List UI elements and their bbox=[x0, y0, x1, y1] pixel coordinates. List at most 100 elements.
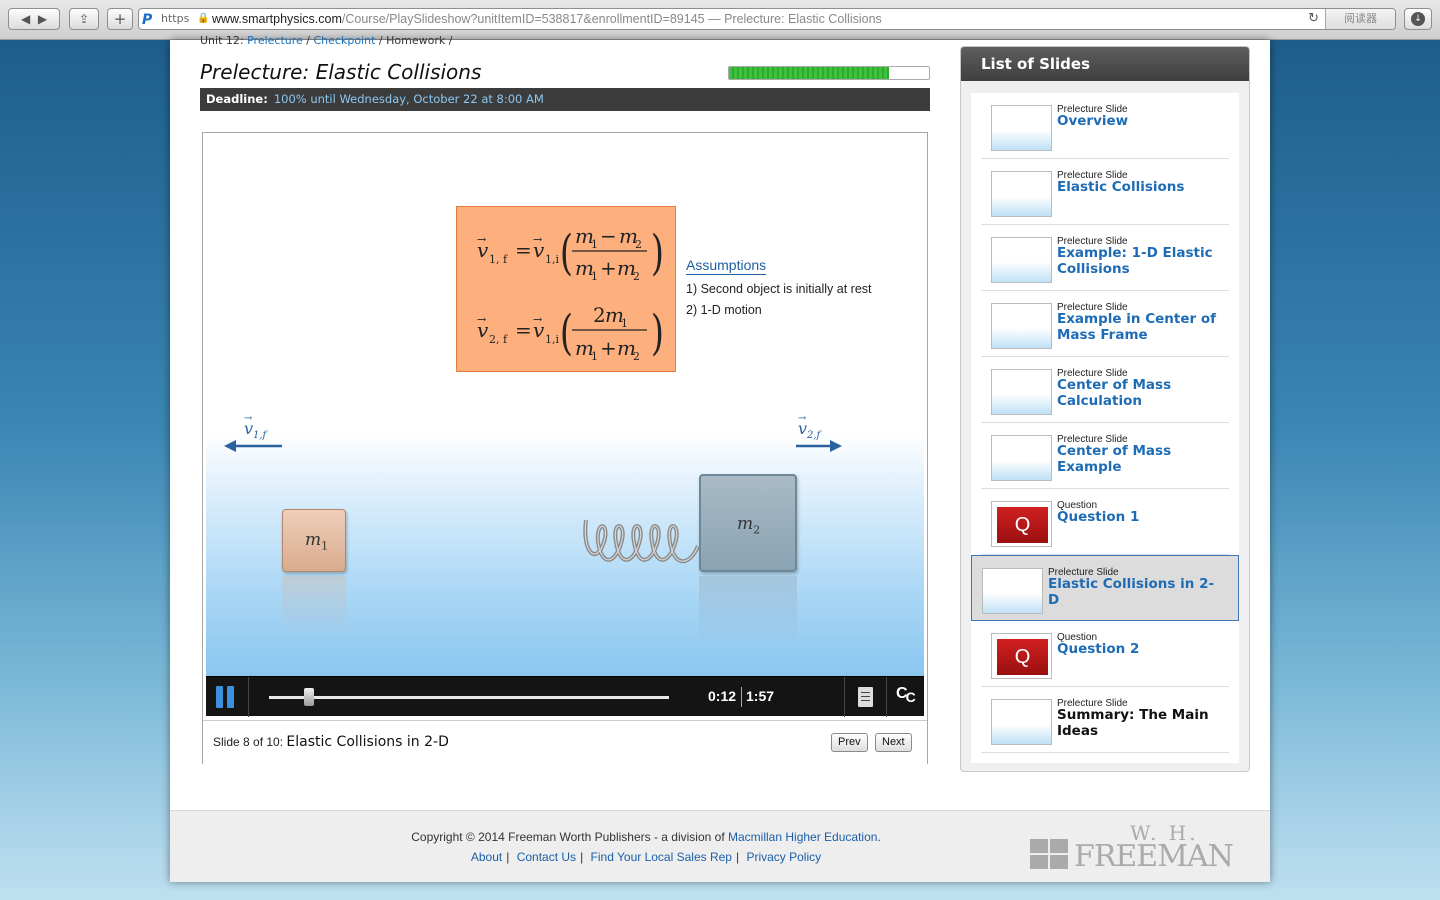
plus-icon: + bbox=[113, 10, 127, 28]
slide-thumbnail bbox=[991, 435, 1052, 481]
wh-freeman-logo: W. H. FREEMAN bbox=[1030, 821, 1234, 874]
closed-captions-button[interactable]: CC bbox=[896, 685, 916, 705]
mass-1-letter: m bbox=[305, 530, 322, 550]
breadcrumb-prelecture-link[interactable]: Prelecture bbox=[247, 34, 303, 47]
mass-1-subscript: 1 bbox=[321, 539, 329, 553]
prev-button[interactable]: Prev bbox=[831, 733, 868, 752]
controls-divider bbox=[844, 677, 845, 717]
svg-text:): ) bbox=[651, 225, 664, 281]
slide-list-item-name[interactable]: Question 2 bbox=[1057, 641, 1233, 657]
sales-rep-link[interactable]: Find Your Local Sales Rep bbox=[591, 850, 732, 864]
downloads-button[interactable]: ↓ bbox=[1404, 8, 1432, 30]
forward-icon[interactable]: ▶ bbox=[38, 12, 47, 26]
breadcrumb-checkpoint-link[interactable]: Checkpoint bbox=[314, 34, 376, 47]
new-tab-button[interactable]: + bbox=[107, 8, 133, 30]
slide-list-item[interactable]: Prelecture Slide Elastic Collisions in 2-… bbox=[971, 555, 1239, 621]
slide-position: Slide 8 of 10: Elastic Collisions in 2-D bbox=[213, 734, 449, 750]
deadline-bar: Deadline: 100% until Wednesday, October 2… bbox=[200, 88, 930, 111]
svg-text:2: 2 bbox=[633, 350, 640, 363]
current-time: 0:12 bbox=[708, 688, 737, 704]
lock-icon: 🔒 bbox=[197, 13, 210, 24]
slide-list-item[interactable]: Prelecture Slide Elastic Collisions bbox=[981, 159, 1229, 225]
next-button[interactable]: Next bbox=[875, 733, 912, 752]
assumption-2: 2) 1-D motion bbox=[686, 303, 762, 317]
url-path: /Course/PlaySlideshow?unitItemID=538817&… bbox=[341, 12, 705, 26]
copyright-text: Copyright © 2014 Freeman Worth Publisher… bbox=[411, 830, 725, 844]
svg-text:→: → bbox=[477, 313, 486, 326]
url-host: www.smartphysics.com bbox=[212, 12, 342, 26]
svg-text:=: = bbox=[515, 238, 532, 262]
slide-list-item-name[interactable]: Question 1 bbox=[1057, 509, 1233, 525]
slide-list-item[interactable]: Prelecture Slide Summary: The Main Ideas bbox=[981, 687, 1229, 753]
url-text[interactable]: www.smartphysics.com/Course/PlaySlidesho… bbox=[212, 9, 882, 29]
slide-list-item-name[interactable]: Elastic Collisions in 2-D bbox=[1048, 576, 1224, 608]
slide-list-item[interactable]: Prelecture Slide Example in Center of Mas… bbox=[981, 291, 1229, 357]
breadcrumb-homework[interactable]: Homework bbox=[386, 34, 445, 47]
mass-2-subscript: 2 bbox=[753, 523, 761, 537]
pause-button[interactable] bbox=[216, 686, 236, 708]
slide-list-item-name[interactable]: Center of Mass Example bbox=[1057, 443, 1233, 475]
back-icon[interactable]: ◀ bbox=[21, 12, 30, 26]
macmillan-link[interactable]: Macmillan Higher Education bbox=[728, 830, 877, 844]
copyright-suffix: . bbox=[877, 830, 881, 844]
reload-icon[interactable]: ↻ bbox=[1308, 9, 1319, 29]
slide-counter: Slide 8 of 10: bbox=[213, 735, 284, 749]
about-link[interactable]: About bbox=[471, 850, 502, 864]
svg-text:→: → bbox=[477, 233, 486, 246]
deadline-value: 100% until Wednesday, October 22 at 8:00… bbox=[273, 92, 544, 106]
slide-list-item[interactable]: Prelecture Slide Center of Mass Calculati… bbox=[981, 357, 1229, 423]
pause-icon-bar-left bbox=[216, 686, 223, 708]
time-separator bbox=[741, 687, 742, 707]
address-bar[interactable]: P https 🔒 www.smartphysics.com/Course/Pl… bbox=[138, 8, 1396, 30]
slide-status-bar: Slide 8 of 10: Elastic Collisions in 2-D… bbox=[203, 720, 927, 764]
assumptions-heading: Assumptions bbox=[686, 257, 767, 275]
svg-text:(: ( bbox=[560, 305, 573, 361]
seek-handle[interactable] bbox=[304, 688, 314, 706]
link-separator: | bbox=[506, 850, 510, 864]
formula-graphic: v → 1, f = v → 1,i ( m 1 − m 2 m 1 + m 2… bbox=[477, 224, 664, 363]
site-favicon-icon: P bbox=[142, 12, 153, 28]
svg-text:1: 1 bbox=[591, 238, 598, 251]
freeman-logo-mark-icon bbox=[1030, 839, 1070, 871]
assignment-progress-fill bbox=[729, 67, 889, 79]
notes-icon[interactable] bbox=[858, 687, 873, 707]
svg-text:): ) bbox=[651, 305, 664, 361]
slide-list-item-name[interactable]: Example: 1-D Elastic Collisions bbox=[1057, 245, 1233, 277]
question-q-icon: Q bbox=[997, 639, 1048, 675]
slide-list-item-name[interactable]: Overview bbox=[1057, 113, 1233, 129]
link-separator: | bbox=[735, 850, 740, 864]
slide-list-item[interactable]: Prelecture Slide Overview bbox=[981, 93, 1229, 159]
total-time: 1:57 bbox=[746, 688, 775, 704]
slide-list-item[interactable]: Q Question Question 2 bbox=[981, 621, 1229, 687]
svg-text:1,i: 1,i bbox=[545, 253, 559, 266]
back-forward-buttons[interactable]: ◀ ▶ bbox=[8, 8, 60, 30]
slide-list: Prelecture Slide Overview Prelecture Slide… bbox=[971, 93, 1239, 763]
slide-list-item[interactable]: Q Question Question 1 bbox=[981, 489, 1229, 555]
slide-thumbnail bbox=[991, 699, 1052, 745]
mass-1-block: m1 bbox=[282, 509, 346, 572]
breadcrumb-unit: Unit 12: bbox=[200, 34, 244, 47]
slide-list-item-name[interactable]: Example in Center of Mass Frame bbox=[1057, 311, 1233, 343]
share-button[interactable]: ⇪ bbox=[69, 8, 99, 30]
slide-list-item-name[interactable]: Center of Mass Calculation bbox=[1057, 377, 1233, 409]
svg-text:→: → bbox=[798, 414, 807, 424]
svg-text:2: 2 bbox=[593, 303, 606, 327]
slide-list-item[interactable]: Prelecture Slide Example: 1-D Elastic Col… bbox=[981, 225, 1229, 291]
svg-text:→: → bbox=[533, 313, 542, 326]
reader-button[interactable]: 阅读器 bbox=[1325, 9, 1395, 29]
copyright: Copyright © 2014 Freeman Worth Publisher… bbox=[170, 830, 1122, 844]
svg-text:1: 1 bbox=[621, 317, 628, 330]
slide-list-item[interactable]: Prelecture Slide Center of Mass Example bbox=[981, 423, 1229, 489]
slide-stage[interactable]: v → 1, f = v → 1,i ( m 1 − m 2 m 1 + m 2… bbox=[206, 136, 924, 676]
freeman-logo-bottom: FREEMAN bbox=[1074, 839, 1234, 874]
svg-text:→: → bbox=[533, 233, 542, 246]
question-thumbnail-icon: Q bbox=[991, 633, 1052, 679]
seek-bar[interactable] bbox=[269, 696, 669, 699]
privacy-policy-link[interactable]: Privacy Policy bbox=[746, 850, 821, 864]
contact-us-link[interactable]: Contact Us bbox=[517, 850, 576, 864]
slide-list-heading: List of Slides bbox=[961, 47, 1249, 81]
svg-text:2: 2 bbox=[635, 238, 642, 251]
slide-list-item-name[interactable]: Elastic Collisions bbox=[1057, 179, 1233, 195]
slide-list-item-name[interactable]: Summary: The Main Ideas bbox=[1057, 707, 1233, 739]
slide-thumbnail bbox=[991, 303, 1052, 349]
